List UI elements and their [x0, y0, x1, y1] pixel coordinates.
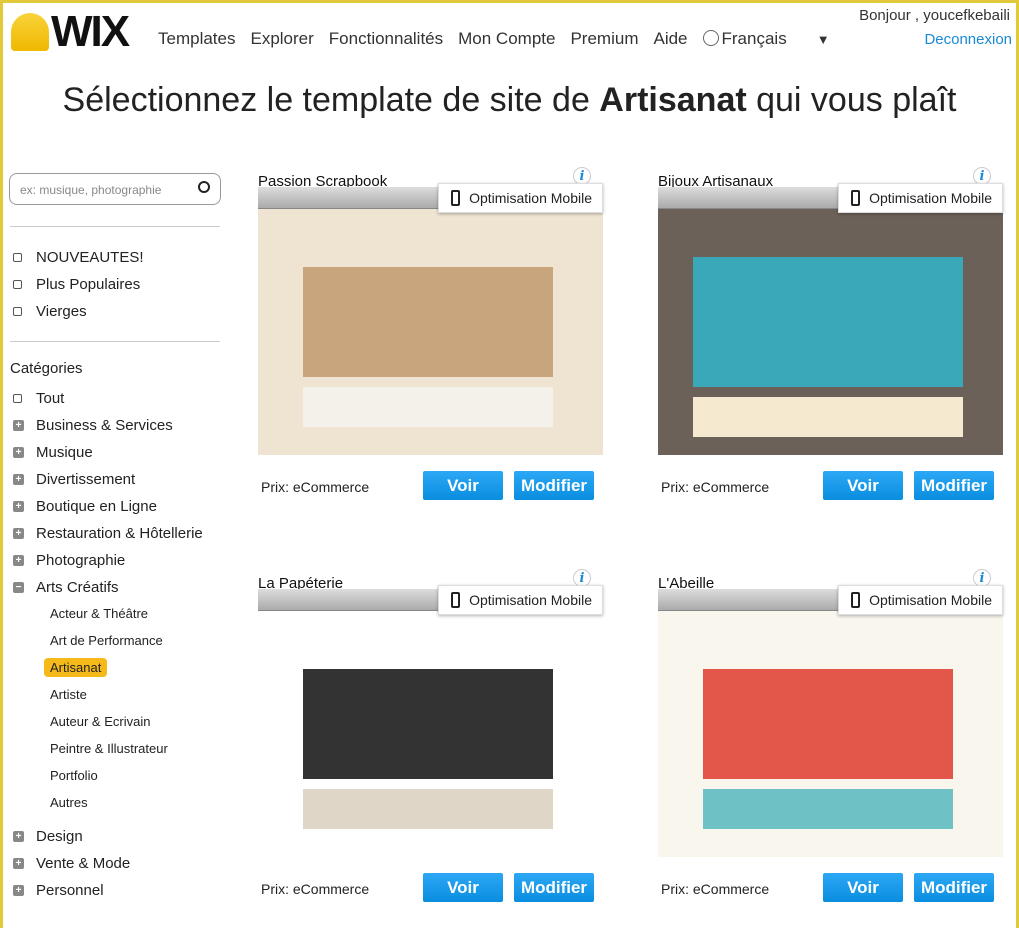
thumbnail-footer: [703, 789, 953, 829]
filter-item[interactable]: NOUVEAUTES!: [13, 249, 144, 266]
thumbnail-image: [703, 669, 953, 779]
wix-logo[interactable]: WIX: [11, 7, 130, 57]
template-thumbnail[interactable]: [258, 187, 603, 455]
edit-button[interactable]: Modifier: [914, 471, 994, 500]
subcategory-item[interactable]: Peintre & Illustrateur: [50, 741, 168, 756]
template-card: Bijoux Artisanaux i Optimisation Mobile …: [658, 167, 1003, 513]
price-label: Prix: eCommerce: [261, 881, 370, 897]
nav-templates[interactable]: Templates: [158, 29, 235, 49]
thumbnail-image: [693, 257, 963, 387]
category-item[interactable]: + Personnel: [13, 882, 104, 899]
collapse-icon[interactable]: −: [13, 582, 24, 593]
categories-heading: Catégories: [10, 360, 83, 377]
nav-features[interactable]: Fonctionnalités: [329, 29, 443, 49]
mobile-phone-icon: [451, 592, 461, 608]
subcategory-item[interactable]: Portfolio: [50, 768, 98, 783]
divider: [10, 341, 220, 342]
nav-premium[interactable]: Premium: [570, 29, 638, 49]
view-button[interactable]: Voir: [423, 471, 503, 500]
view-button[interactable]: Voir: [823, 471, 903, 500]
page-title: Sélectionnez le template de site de Arti…: [62, 81, 957, 119]
thumbnail-footer: [693, 397, 963, 437]
expand-icon[interactable]: +: [13, 555, 24, 566]
mobile-phone-icon: [851, 592, 861, 608]
expand-icon[interactable]: +: [13, 885, 24, 896]
template-card: La Papéterie i Optimisation Mobile Prix:…: [258, 569, 603, 915]
search-icon[interactable]: [198, 181, 210, 193]
subcategory-item-selected[interactable]: Artisanat: [44, 658, 108, 677]
checkbox-icon[interactable]: [13, 253, 22, 262]
mobile-optimized-badge: Optimisation Mobile: [838, 585, 1003, 615]
category-item[interactable]: − Arts Créatifs: [13, 579, 119, 596]
checkbox-icon[interactable]: [13, 394, 22, 403]
template-thumbnail[interactable]: [258, 589, 603, 857]
category-item[interactable]: + Divertissement: [13, 471, 135, 488]
category-item[interactable]: + Vente & Mode: [13, 855, 130, 872]
wix-mascot-icon: [11, 13, 49, 51]
globe-icon: [702, 30, 719, 46]
category-item[interactable]: + Design: [13, 828, 83, 845]
expand-icon[interactable]: +: [13, 474, 24, 485]
expand-icon[interactable]: +: [13, 501, 24, 512]
price-label: Prix: eCommerce: [261, 479, 370, 495]
filter-item[interactable]: Plus Populaires: [13, 276, 140, 293]
template-card: L'Abeille i Optimisation Mobile Prix: eC…: [658, 569, 1003, 915]
checkbox-icon[interactable]: [13, 307, 22, 316]
thumbnail-footer: [303, 387, 553, 427]
mobile-optimized-badge: Optimisation Mobile: [438, 183, 603, 213]
mobile-optimized-badge: Optimisation Mobile: [838, 183, 1003, 213]
category-item[interactable]: + Business & Services: [13, 417, 173, 434]
category-item[interactable]: Tout: [13, 390, 64, 407]
search-input[interactable]: ex: musique, photographie: [9, 173, 221, 205]
category-item[interactable]: + Photographie: [13, 552, 125, 569]
language-selector[interactable]: Français ▼: [702, 29, 830, 49]
price-label: Prix: eCommerce: [661, 881, 770, 897]
mobile-phone-icon: [851, 190, 861, 206]
expand-icon[interactable]: +: [13, 831, 24, 842]
chevron-down-icon: ▼: [816, 32, 830, 47]
mobile-phone-icon: [451, 190, 461, 206]
expand-icon[interactable]: +: [13, 447, 24, 458]
mobile-optimized-badge: Optimisation Mobile: [438, 585, 603, 615]
main-nav: Templates Explorer Fonctionnalités Mon C…: [158, 29, 830, 49]
edit-button[interactable]: Modifier: [514, 471, 594, 500]
expand-icon[interactable]: +: [13, 858, 24, 869]
thumbnail-image: [303, 267, 553, 377]
template-thumbnail[interactable]: [658, 187, 1003, 455]
nav-account[interactable]: Mon Compte: [458, 29, 555, 49]
template-card: Passion Scrapbook i Optimisation Mobile …: [258, 167, 603, 513]
checkbox-icon[interactable]: [13, 280, 22, 289]
template-thumbnail[interactable]: [658, 589, 1003, 857]
logout-link[interactable]: Deconnexion: [924, 31, 1012, 48]
expand-icon[interactable]: +: [13, 420, 24, 431]
subcategory-item[interactable]: Autres: [50, 795, 88, 810]
subcategory-item[interactable]: Artiste: [50, 687, 87, 702]
divider: [10, 226, 220, 227]
price-label: Prix: eCommerce: [661, 479, 770, 495]
thumbnail-image: [303, 669, 553, 779]
expand-icon[interactable]: +: [13, 528, 24, 539]
subcategory-item[interactable]: Art de Performance: [50, 633, 163, 648]
nav-explorer[interactable]: Explorer: [250, 29, 313, 49]
nav-help[interactable]: Aide: [653, 29, 687, 49]
edit-button[interactable]: Modifier: [914, 873, 994, 902]
filter-item[interactable]: Vierges: [13, 303, 87, 320]
category-item[interactable]: + Musique: [13, 444, 93, 461]
view-button[interactable]: Voir: [423, 873, 503, 902]
category-item[interactable]: + Restauration & Hôtellerie: [13, 525, 203, 542]
view-button[interactable]: Voir: [823, 873, 903, 902]
thumbnail-footer: [303, 789, 553, 829]
subcategory-item[interactable]: Auteur & Ecrivain: [50, 714, 150, 729]
subcategory-item[interactable]: Acteur & Théâtre: [50, 606, 148, 621]
edit-button[interactable]: Modifier: [514, 873, 594, 902]
category-item[interactable]: + Boutique en Ligne: [13, 498, 157, 515]
greeting: Bonjour , youcefkebaili: [859, 7, 1010, 24]
